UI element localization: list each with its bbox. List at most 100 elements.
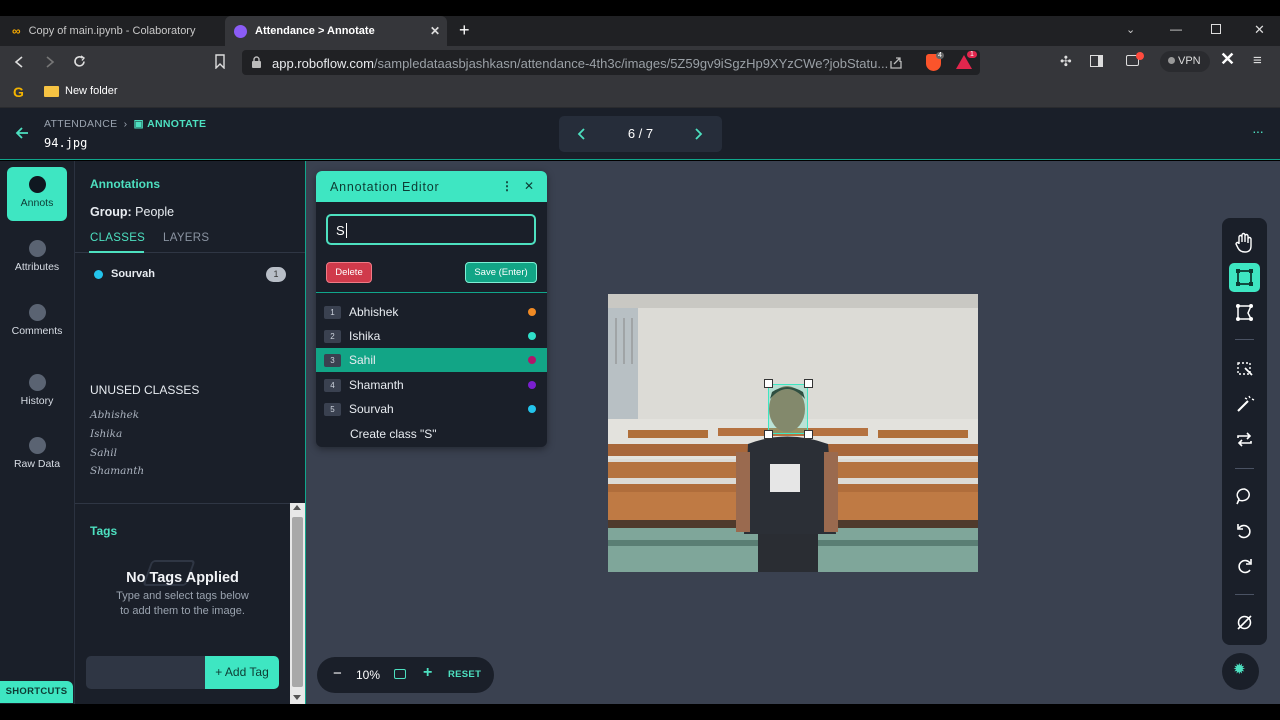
class-name: Sourvah: [111, 268, 156, 280]
tag-input[interactable]: [86, 656, 206, 689]
settings-button[interactable]: ✹: [1222, 653, 1259, 690]
unused-class[interactable]: Sahil: [90, 447, 117, 459]
rail-label: Raw Data: [13, 458, 61, 470]
polygon-tool[interactable]: [1229, 298, 1260, 327]
class-name-input[interactable]: S: [326, 214, 536, 245]
editor-menu-icon[interactable]: ⋮: [501, 179, 513, 193]
image-under-annotation[interactable]: [608, 294, 978, 572]
class-option[interactable]: 4 Shamanth: [316, 373, 547, 397]
sidebar-icon[interactable]: [1090, 55, 1103, 67]
forward-icon[interactable]: [43, 55, 57, 69]
bbox-tool[interactable]: [1229, 263, 1260, 292]
class-option[interactable]: 5 Sourvah: [316, 397, 547, 421]
annotate-icon: ▣: [133, 118, 144, 130]
tool-divider: [1235, 339, 1254, 340]
breadcrumb-separator-icon: ›: [123, 118, 128, 130]
back-arrow-icon[interactable]: [15, 126, 29, 140]
leo-ai-icon[interactable]: ✕: [1220, 49, 1235, 70]
bbox-handle[interactable]: [764, 430, 773, 439]
save-button[interactable]: Save (Enter): [465, 262, 537, 283]
option-number: 5: [324, 403, 341, 416]
option-name: Sourvah: [349, 402, 394, 416]
option-name: Ishika: [349, 329, 381, 343]
smart-polygon-tool[interactable]: [1229, 354, 1260, 383]
vpn-button[interactable]: VPN: [1160, 51, 1210, 72]
zoom-out-icon[interactable]: −: [333, 665, 342, 682]
reset-zoom-button[interactable]: RESET: [448, 669, 481, 680]
comments-icon: [28, 304, 46, 321]
repeat-tool[interactable]: [1229, 425, 1260, 454]
scroll-thumb[interactable]: [292, 517, 303, 687]
close-editor-icon[interactable]: ✕: [524, 179, 534, 193]
rail-raw-data[interactable]: Raw Data: [7, 428, 67, 482]
comment-tool[interactable]: [1229, 482, 1260, 511]
google-bookmark-icon[interactable]: G: [13, 84, 24, 100]
window-close-icon[interactable]: ✕: [1254, 22, 1265, 38]
rail-history[interactable]: History: [7, 365, 67, 419]
undo-tool[interactable]: [1229, 517, 1260, 546]
shortcuts-button[interactable]: SHORTCUTS: [0, 681, 73, 703]
scroll-down-icon[interactable]: [293, 695, 301, 700]
panel-title: Annotations: [90, 177, 160, 191]
tab-title: Copy of main.ipynb - Colaboratory: [28, 25, 196, 37]
bbox-handle[interactable]: [804, 379, 813, 388]
extensions-icon[interactable]: ✣: [1060, 53, 1072, 70]
delete-button[interactable]: Delete: [326, 262, 372, 283]
repeat-icon: [1237, 432, 1252, 447]
breadcrumb-parent[interactable]: ATTENDANCE: [44, 118, 117, 130]
back-icon[interactable]: [13, 55, 27, 69]
next-image-icon[interactable]: [694, 127, 704, 141]
option-color-dot: [528, 356, 536, 364]
no-tags-heading: No Tags Applied: [126, 570, 239, 586]
share-icon[interactable]: [889, 56, 903, 69]
magic-wand-tool[interactable]: [1229, 390, 1260, 419]
option-color-dot: [528, 332, 536, 340]
bookmark-folder[interactable]: New folder: [44, 85, 118, 97]
roboflow-logo-icon: [234, 24, 247, 38]
class-option[interactable]: 1 Abhishek: [316, 300, 547, 324]
unused-class[interactable]: Ishika: [90, 428, 122, 440]
zoom-controls: − 10% + RESET: [317, 657, 494, 693]
rail-attributes[interactable]: Attributes: [7, 231, 67, 285]
tags-hint: to add them to the image.: [120, 605, 245, 617]
tab-layers[interactable]: LAYERS: [163, 232, 209, 244]
tab-colab[interactable]: ∞ Copy of main.ipynb - Colaboratory: [0, 16, 222, 46]
class-row[interactable]: Sourvah 1: [90, 267, 290, 283]
tab-roboflow[interactable]: Attendance > Annotate ✕: [225, 16, 447, 46]
add-tag-button[interactable]: + Add Tag: [205, 656, 279, 689]
panel-scrollbar[interactable]: [290, 503, 305, 704]
rail-comments[interactable]: Comments: [7, 295, 67, 349]
history-icon: [28, 374, 46, 391]
pan-tool[interactable]: [1229, 228, 1260, 257]
redo-tool[interactable]: [1229, 552, 1260, 581]
class-option[interactable]: 2 Ishika: [316, 324, 547, 348]
zoom-lock-icon[interactable]: [394, 669, 406, 679]
rail-annots[interactable]: Annots: [7, 167, 67, 221]
tab-search-icon[interactable]: ⌄: [1126, 23, 1135, 36]
bbox-handle[interactable]: [764, 379, 773, 388]
create-class-option[interactable]: Create class "S": [350, 427, 437, 441]
close-tab-icon[interactable]: ✕: [430, 24, 440, 38]
more-options-icon[interactable]: ···: [1252, 123, 1264, 139]
menu-icon[interactable]: ≡: [1253, 52, 1262, 69]
bbox-handle[interactable]: [804, 430, 813, 439]
class-option-selected[interactable]: 3 Sahil: [316, 348, 547, 372]
bounding-box[interactable]: [768, 384, 808, 434]
zoom-in-icon[interactable]: +: [423, 664, 432, 682]
reload-icon[interactable]: [72, 54, 87, 69]
option-number: 2: [324, 330, 341, 343]
tool-palette: [1222, 218, 1267, 645]
breadcrumb-current: ANNOTATE: [147, 118, 207, 130]
minimize-icon[interactable]: —: [1170, 22, 1182, 36]
scroll-up-icon[interactable]: [293, 505, 301, 510]
tab-classes[interactable]: CLASSES: [90, 232, 145, 244]
new-tab-icon[interactable]: +: [459, 20, 470, 41]
maximize-icon[interactable]: [1211, 24, 1221, 34]
unused-class[interactable]: Abhishek: [90, 409, 139, 421]
unused-class[interactable]: Shamanth: [90, 465, 144, 477]
address-bar[interactable]: app.roboflow.com/sampledataasbjashkasn/a…: [242, 50, 980, 75]
hide-annotations-tool[interactable]: [1229, 608, 1260, 637]
bookmark-icon[interactable]: [214, 54, 226, 69]
option-number: 1: [324, 306, 341, 319]
raw-data-icon: [28, 437, 46, 454]
